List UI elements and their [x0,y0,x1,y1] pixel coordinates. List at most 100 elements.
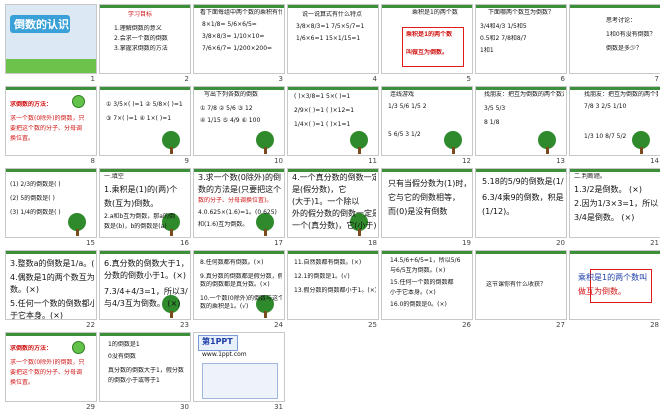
slide-thumbnail-27[interactable]: 这节课你有什么收获？ 27 [475,250,569,332]
slide-thumbnail-29[interactable]: 求倒数的方法： 求一个数(0除外)的倒数，只 要把这个数的分子、分母调 换位置。 29 [5,332,99,414]
slide-thumbnail-30[interactable]: 1的倒数是1 0没有倒数 真分数的倒数大于1，假分数 的倒数小于或等于1 30 [99,332,193,414]
slide-thumbnail-20[interactable]: 5.18的5/9的倒数是(1/10) 6.3/4乘9的倒数，积是 (1/12)。 20 [475,168,569,250]
slide-text: 10.一个数(0除外)的倒数与这个 [200,295,282,302]
slide-text: 14.5/6+6/5=1，所以5/6 [390,257,461,264]
slide-preview[interactable]: 14.5/6+6/5=1，所以5/6 与6/5互为倒数。(×) 15.任何一个数的倒… [381,250,473,320]
slide-preview[interactable]: 1的倒数是1 0没有倒数 真分数的倒数大于1，假分数 的倒数小于或等于1 [99,332,191,402]
slide-preview[interactable]: 3.求一个数(0除外)的倒 数的方法是(只要把这个 数的分子、分母调换位置)。 4.0… [193,168,285,238]
slide-preview[interactable]: 第1PPT www.1ppt.com [193,332,285,402]
slide-thumbnail-2[interactable]: 学习目标 1.理解倒数的意义 2.会求一个数的倒数 3.掌握求倒数的方法 2 [99,4,193,86]
slide-preview[interactable]: 4.一个真分数的倒数一定 是(假分数)，它 (大于)1。一个除以 外的假分数的倒数一定… [287,168,379,238]
slide-preview[interactable]: 学习目标 1.理解倒数的意义 2.会求一个数的倒数 3.掌握求倒数的方法 [99,4,191,74]
slide-preview[interactable]: 3.整数a的倒数是1/a。(×) 4.偶数是1的两个数互为倒数。(×) 5.任何一个… [5,250,97,320]
slide-title-bar [570,169,660,172]
slide-thumbnail-9[interactable]: ① 3/5×( )=1 ② 5/8×( )=1 ③ 7×( )=1 ④ 1×( )… [99,86,193,168]
slide-preview[interactable]: 只有当假分数为(1)时， 它与它的倒数相等， 而(0)是没有倒数 [381,168,473,238]
slide-text: 换位置。 [10,135,35,142]
slide-thumbnail-17[interactable]: 3.求一个数(0除外)的倒 数的方法是(只要把这个 数的分子、分母调换位置)。 4.0… [193,168,287,250]
slide-preview[interactable]: 二.判断题。 1.3/2是倒数。 (×) 2.因为1/3×3=1，所以 3/4是倒数。… [569,168,660,238]
slide-thumbnail-26[interactable]: 14.5/6+6/5=1，所以5/6 与6/5互为倒数。(×) 15.任何一个数的倒… [381,250,475,332]
slide-thumbnail-10[interactable]: 写出下列各数的倒数 ① 7/8 ② 5/6 ③ 12 ④ 1/15 ⑤ 4/9 ⑥ … [193,86,287,168]
slide-number: 4 [372,75,377,83]
slide-thumbnail-1[interactable]: 倒数的认识 1 [5,4,99,86]
slide-preview[interactable]: 思考讨论： 1和0有没有倒数？ 倒数是多少？ [569,4,660,74]
slide-text: 3/4是倒数。 (×) [574,213,635,222]
tree-trunk [170,229,173,236]
slide-thumbnail-12[interactable]: 连线游戏 1/3 5/6 1/5 2 5 6/5 3 1/2 12 [381,86,475,168]
slide-thumbnail-19[interactable]: 只有当假分数为(1)时， 它与它的倒数相等， 而(0)是没有倒数 19 [381,168,475,250]
slide-text: 数的分子、分母调换位置)。 [198,197,273,204]
slide-thumbnail-13[interactable]: 找朋友：把互为倒数的两个数连起来 3/5 5/3 8 1/8 13 [475,86,569,168]
slide-thumbnail-25[interactable]: 11.自然数都有倒数。(×) 12.1的倒数是1。(√) 13.假分数的倒数都小于1… [287,250,381,332]
decorative-ground [6,59,96,73]
slide-text: 数的乘积是1。(√) [200,303,249,310]
slide-preview[interactable]: 求倒数的方法： 求一个数(0除外)的倒数，只 要把这个数的分子、分母调 换位置。 [5,86,97,156]
slide-thumbnail-14[interactable]: 找朋友：把互为倒数的两个数连起来 7/8 3 2/5 1/10 1/3 10 8/7… [569,86,660,168]
slide-text: 于它本身。(×) [10,311,63,320]
slide-preview[interactable]: 8.任何数都有倒数。(×) 9.真分数的倒数都是假分数，假分 数的倒数都是真分数。(… [193,250,285,320]
slide-title-bar [194,87,284,90]
slide-text: (1/12)。 [482,207,515,216]
slide-text: ( )×3/8=1 5×( )=1 [294,93,351,100]
slide-thumbnail-7[interactable]: 思考讨论： 1和0有没有倒数？ 倒数是多少？ 7 [569,4,660,86]
slide-text: 4.0.625×(1.6)=1。(0.625) [198,209,277,216]
slide-number: 25 [368,321,377,329]
slide-preview[interactable]: ( )×3/8=1 5×( )=1 2/9×( )=1 ( )×12=1 1/4×(… [287,86,379,156]
slide-text: 小于它本身。(×) [390,289,436,296]
slide-preview[interactable]: 这节课你有什么收获？ [475,250,567,320]
slide-text: 1.乘积是(1)的(两)个 [104,185,178,194]
slide-text: 6.3/4乘9的倒数，积是 [482,193,564,202]
slide-preview[interactable]: 连线游戏 1/3 5/6 1/5 2 5 6/5 3 1/2 [381,86,473,156]
slide-thumbnail-15[interactable]: (1) 2/3的倒数是( ) (2) 5的倒数是( ) (3) 1/4的倒数是( )… [5,168,99,250]
slide-thumbnail-4[interactable]: 说一说算式有什么特点 3/8×8/3=1 7/5×5/7=1 1/6×6=1 15×… [287,4,381,86]
tree-trunk [76,229,79,236]
slide-number: 6 [560,75,565,83]
slide-thumbnail-8[interactable]: 求倒数的方法： 求一个数(0除外)的倒数，只 要把这个数的分子、分母调 换位置。 8 [5,86,99,168]
slide-sorter-grid: 倒数的认识 1 学习目标 1.理解倒数的意义 2.会求一个数的倒数 3.掌握求倒数的方法 2… [0,0,660,411]
slide-preview[interactable]: 看下面每组中两个数的乘积有什么特点 8×1/8= 5/6×6/5= 3/8×8/3=… [193,4,285,74]
slide-thumbnail-6[interactable]: 下面哪两个数互为倒数？ 3/4和4/3 1/5和5 0.5和2 7/8和8/7 1和1… [475,4,569,86]
slide-number: 11 [368,157,377,165]
slide-thumbnail-5[interactable]: 乘积是1的两个数 乘积是1的两个数 叫做互为倒数。 5 [381,4,475,86]
slide-text: ① 3/5×( )=1 ② 5/8×( )=1 [106,101,183,108]
slide-text: 倒数的认识 [14,19,69,31]
slide-number: 17 [274,239,283,247]
slide-text: (3) 1/4的倒数是( ) [10,209,61,216]
slide-thumbnail-18[interactable]: 4.一个真分数的倒数一定 是(假分数)，它 (大于)1。一个除以 外的假分数的倒数一定… [287,168,381,250]
slide-preview[interactable]: ① 3/5×( )=1 ② 5/8×( )=1 ③ 7×( )=1 ④ 1×( )… [99,86,191,156]
slide-thumbnail-22[interactable]: 3.整数a的倒数是1/a。(×) 4.偶数是1的两个数互为倒数。(×) 5.任何一个… [5,250,99,332]
slide-preview[interactable]: 倒数的认识 [5,4,97,74]
slide-thumbnail-28[interactable]: 乘积是1的两个数叫 做互为倒数。 28 [569,250,660,332]
slide-preview[interactable]: 说一说算式有什么特点 3/8×8/3=1 7/5×5/7=1 1/6×6=1 15×… [287,4,379,74]
slide-preview[interactable]: 找朋友：把互为倒数的两个数连起来 3/5 5/3 8 1/8 [475,86,567,156]
slide-preview[interactable]: (1) 2/3的倒数是( ) (2) 5的倒数是( ) (3) 1/4的倒数是( ) [5,168,97,238]
slide-text: 0没有倒数 [108,353,136,360]
slide-preview[interactable]: 写出下列各数的倒数 ① 7/8 ② 5/6 ③ 12 ④ 1/15 ⑤ 4/9 ⑥ … [193,86,285,156]
slide-text: 1/4×( )=1 ( )×1=1 [294,121,351,128]
slide-preview[interactable]: 找朋友：把互为倒数的两个数连起来 7/8 3 2/5 1/10 1/3 10 8/7… [569,86,660,156]
slide-text: ③ 7×( )=1 ④ 1×( )=1 [106,115,172,122]
slide-preview[interactable]: 求倒数的方法： 求一个数(0除外)的倒数，只 要把这个数的分子、分母调 换位置。 [5,332,97,402]
slide-text: 5 6/5 3 1/2 [388,131,421,138]
slide-number: 21 [650,239,659,247]
slide-preview[interactable]: 6.真分数的倒数大于1，假 分数的倒数小于1。(×) 7.3/4+4/3=1，所以3… [99,250,191,320]
slide-text: 15.任何一个数的倒数都 [390,279,454,286]
slide-preview[interactable]: 下面哪两个数互为倒数？ 3/4和4/3 1/5和5 0.5和2 7/8和8/7 1和1 [475,4,567,74]
slide-text: ① 7/8 ② 5/6 ③ 12 [200,105,253,112]
slide-thumbnail-21[interactable]: 二.判断题。 1.3/2是倒数。 (×) 2.因为1/3×3=1，所以 3/4是倒数。… [569,168,660,250]
slide-text: 求倒数的方法： [10,101,53,108]
slide-thumbnail-23[interactable]: 6.真分数的倒数大于1，假 分数的倒数小于1。(×) 7.3/4+4/3=1，所以3… [99,250,193,332]
slide-preview[interactable]: 乘积是1的两个数 乘积是1的两个数 叫做互为倒数。 [381,4,473,74]
tree-trunk [452,147,455,154]
slide-number: 10 [274,157,283,165]
slide-thumbnail-24[interactable]: 8.任何数都有倒数。(×) 9.真分数的倒数都是假分数，假分 数的倒数都是真分数。(… [193,250,287,332]
slide-preview[interactable]: 11.自然数都有倒数。(×) 12.1的倒数是1。(√) 13.假分数的倒数都小于1… [287,250,379,320]
slide-thumbnail-11[interactable]: ( )×3/8=1 5×( )=1 2/9×( )=1 ( )×12=1 1/4×(… [287,86,381,168]
slide-thumbnail-31[interactable]: 第1PPT www.1ppt.com 31 [193,332,287,414]
slide-title-bar [570,251,660,254]
slide-preview[interactable]: 一.填空 1.乘积是(1)的(两)个 数(互为)倒数。 2.a和b互为倒数，那a的倒数… [99,168,191,238]
slide-thumbnail-16[interactable]: 一.填空 1.乘积是(1)的(两)个 数(互为)倒数。 2.a和b互为倒数，那a的倒数… [99,168,193,250]
slide-thumbnail-3[interactable]: 看下面每组中两个数的乘积有什么特点 8×1/8= 5/6×6/5= 3/8×8/3=… [193,4,287,86]
slide-preview[interactable]: 5.18的5/9的倒数是(1/10) 6.3/4乘9的倒数，积是 (1/12)。 [475,168,567,238]
slide-preview[interactable]: 乘积是1的两个数叫 做互为倒数。 [569,250,660,320]
